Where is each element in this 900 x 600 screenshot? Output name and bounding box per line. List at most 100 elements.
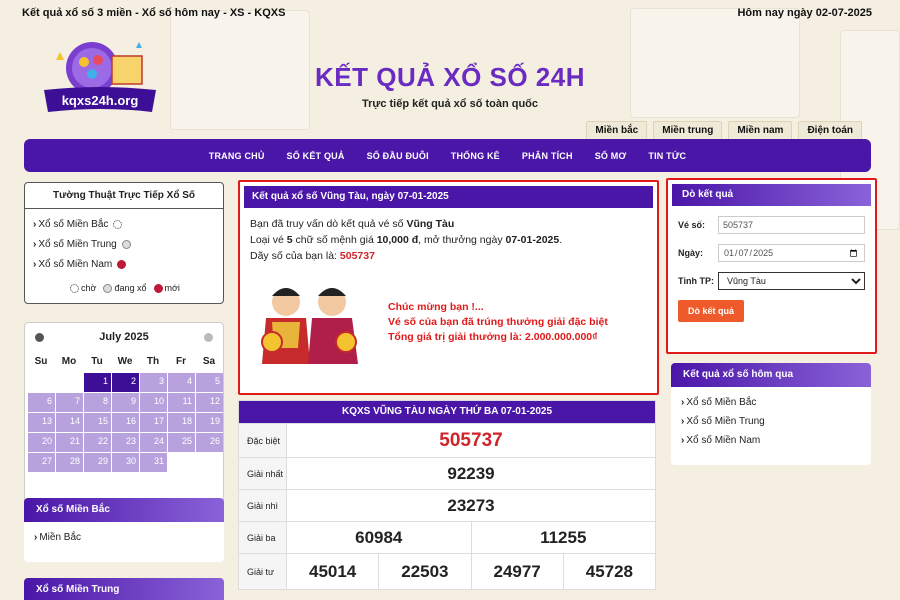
calendar-day[interactable]: 19 (196, 413, 223, 432)
live-item-label: Xổ số Miền Nam (38, 259, 113, 270)
check-result-button[interactable]: Dò kết quả (678, 300, 745, 322)
calendar-day[interactable]: 16 (112, 413, 139, 432)
weekday-label: Th (146, 356, 160, 367)
yesterday-item-label: Xổ số Miền Bắc (686, 397, 757, 408)
calendar-day[interactable]: 2 (112, 373, 139, 392)
weekday-label: Tu (91, 356, 103, 367)
form-title: Dò kết quả (672, 184, 871, 206)
calendar-day (168, 453, 195, 472)
date-input[interactable] (718, 244, 865, 262)
live-item-label: Xổ số Miền Bắc (38, 219, 109, 230)
yesterday-item[interactable]: › Xổ số Miền Bắc (681, 393, 861, 412)
calendar-day[interactable]: 3 (140, 373, 167, 392)
calendar-day[interactable]: 18 (168, 413, 195, 432)
calendar-day[interactable]: 14 (56, 413, 83, 432)
calendar-day[interactable]: 25 (168, 433, 195, 452)
legend-new: mới (164, 283, 180, 293)
calendar-day[interactable]: 21 (56, 433, 83, 452)
calendar-day[interactable]: 12 (196, 393, 223, 412)
ticket-check-result: Kết quả xổ số Vũng Tàu, ngày 07-01-2025 … (238, 180, 659, 395)
legend-running: đang xổ (114, 283, 147, 293)
side-box-link[interactable]: › Miền Bắc (24, 522, 224, 553)
province-select[interactable]: Vũng Tàu (718, 272, 865, 290)
prize-label: Giải tư (239, 554, 287, 589)
calendar-day[interactable]: 29 (84, 453, 111, 472)
province-label: Tỉnh TP: (678, 276, 714, 286)
ticket-number-input[interactable] (718, 216, 865, 234)
calendar-day[interactable]: 11 (168, 393, 195, 412)
weekday-label: Fr (176, 356, 186, 367)
nav-home[interactable]: TRANG CHỦ (209, 151, 265, 161)
calendar-day[interactable]: 5 (196, 373, 223, 392)
calendar-day[interactable]: 10 (140, 393, 167, 412)
side-box-mien-trung: Xổ số Miền Trung (24, 578, 224, 600)
prize-row: Giải ba 60984 11255 (239, 521, 655, 553)
live-item-label: Xổ số Miền Trung (38, 239, 117, 250)
date-label: Ngày: (678, 248, 704, 258)
result-info: Bạn đã truy vấn dò kết quả vé số Vũng Tà… (250, 218, 563, 262)
calendar-day[interactable]: 1 (84, 373, 111, 392)
calendar-day[interactable]: 23 (112, 433, 139, 452)
calendar-day[interactable]: 22 (84, 433, 111, 452)
next-month-icon[interactable] (203, 332, 213, 342)
nav-analysis[interactable]: PHÂN TÍCH (522, 151, 573, 161)
yesterday-item[interactable]: › Xổ số Miền Nam (681, 431, 861, 450)
weekday-label: Sa (202, 356, 216, 367)
calendar-day (196, 453, 223, 472)
live-legend: chờ đang xổ mới (25, 283, 223, 294)
live-item[interactable]: › Xổ số Miền Trung (33, 235, 215, 255)
calendar-day[interactable]: 9 (112, 393, 139, 412)
prize-number: 92239 (447, 463, 495, 483)
prize-row: Giải nhất 92239 (239, 457, 655, 489)
side-box-title: Xổ số Miền Bắc (24, 498, 224, 522)
region-tabs: Miền bắc Miền trung Miền nam Điện toán (586, 121, 862, 140)
ticket-label: Vé số: (678, 220, 706, 230)
live-item[interactable]: › Xổ số Miền Bắc (33, 215, 215, 235)
top-bar-title: Kết quả xổ số 3 miền - Xổ số hôm nay - X… (22, 7, 286, 19)
site-subtitle: Trực tiếp kết quả xổ số toàn quốc (361, 98, 539, 110)
today-date: Hôm nay ngày 02-07-2025 (737, 7, 872, 19)
tab-mien-bac[interactable]: Miền bắc (586, 121, 648, 140)
prize-label: Giải nhì (239, 490, 287, 521)
calendar-day[interactable]: 24 (140, 433, 167, 452)
calendar-day[interactable]: 27 (28, 453, 55, 472)
calendar-day[interactable]: 8 (84, 393, 111, 412)
prize-number: 11255 (470, 522, 656, 553)
site-logo[interactable]: kqxs24h.org (40, 38, 160, 128)
calendar-day[interactable]: 28 (56, 453, 83, 472)
calendar-day[interactable]: 17 (140, 413, 167, 432)
weekday-label: We (117, 356, 133, 367)
nav-dream-numbers[interactable]: SỐ MƠ (595, 151, 627, 161)
nav-news[interactable]: TIN TỨC (648, 151, 686, 161)
live-item[interactable]: › Xổ số Miền Nam (33, 255, 215, 275)
tab-dien-toan[interactable]: Điện toán (798, 121, 862, 140)
calendar-day[interactable]: 15 (84, 413, 111, 432)
tab-mien-nam[interactable]: Miền nam (728, 121, 793, 140)
calendar-day[interactable]: 31 (140, 453, 167, 472)
calendar-day[interactable]: 7 (56, 393, 83, 412)
nav-statistics[interactable]: THỐNG KÊ (451, 151, 500, 161)
prev-month-icon[interactable] (35, 332, 44, 342)
calendar-days: 1 2 3 4 5 6 7 8 9 10 11 12 13 14 15 16 17 18 19 20 21 22 23 24 2… (25, 373, 223, 472)
calendar-day[interactable]: 4 (168, 373, 195, 392)
waiting-icon (70, 284, 80, 294)
calendar-day[interactable]: 20 (28, 433, 55, 452)
prize-number: 45728 (562, 554, 655, 589)
waiting-icon (113, 219, 123, 229)
prize-number: 45014 (308, 561, 357, 581)
calendar-day[interactable]: 26 (196, 433, 223, 452)
prize-number: 23273 (447, 495, 495, 515)
calendar-day (56, 373, 83, 392)
tab-mien-trung[interactable]: Miền trung (653, 121, 723, 140)
side-box-title: Xổ số Miền Trung (24, 578, 224, 600)
nav-results[interactable]: SỐ KẾT QUẢ (287, 151, 345, 161)
chevron-right-icon: › (33, 259, 37, 270)
nav-head-tail[interactable]: SỐ ĐẦU ĐUÔI (367, 151, 429, 161)
calendar-day[interactable]: 13 (28, 413, 55, 432)
yesterday-item[interactable]: › Xổ số Miền Trung (681, 412, 861, 431)
calendar-day[interactable]: 30 (112, 453, 139, 472)
calendar-weekdays: Su Mo Tu We Th Fr Sa (25, 351, 223, 373)
background-ticket (170, 10, 310, 130)
yesterday-item-label: Xổ số Miền Nam (686, 435, 761, 446)
calendar-day[interactable]: 6 (28, 393, 55, 412)
